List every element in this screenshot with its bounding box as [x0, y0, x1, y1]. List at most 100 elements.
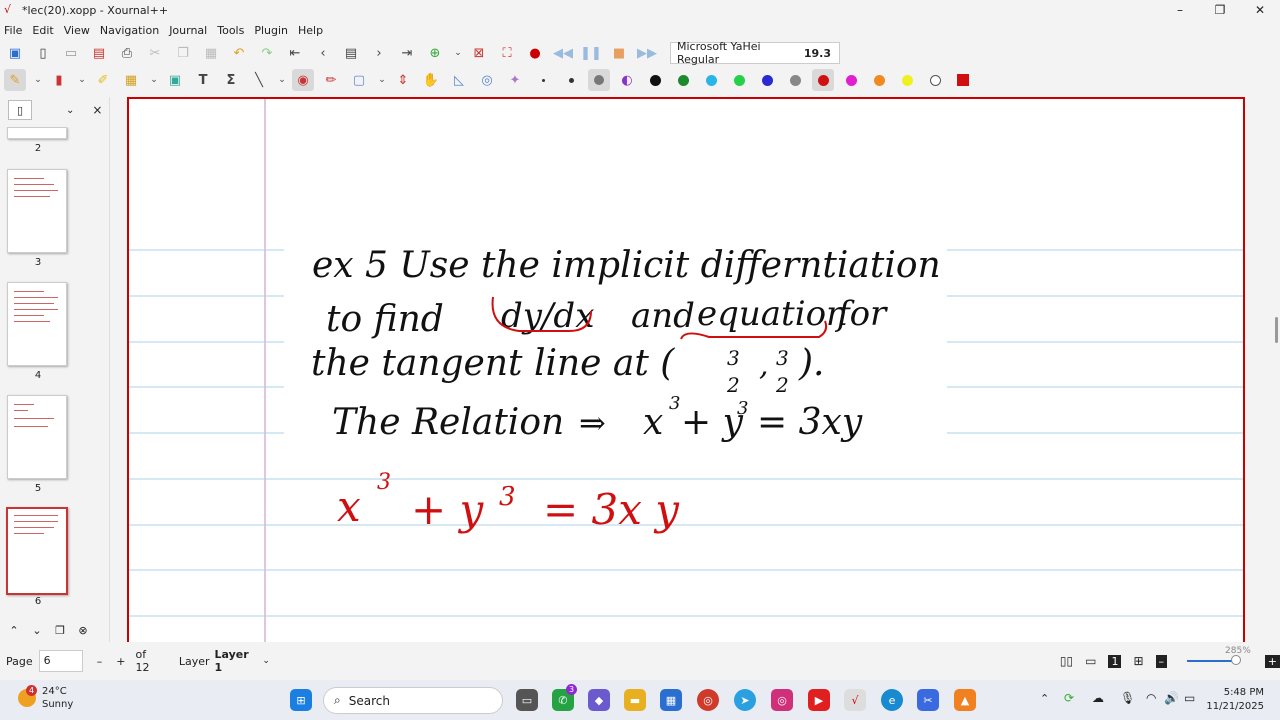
menu-file[interactable]: File — [4, 24, 22, 37]
chrome-icon[interactable]: ◎ — [697, 689, 719, 711]
menu-help[interactable]: Help — [298, 24, 323, 37]
record-icon[interactable]: ● — [524, 42, 546, 64]
sync-icon[interactable]: ⟳ — [1064, 691, 1074, 705]
zoom-out-icon[interactable]: – — [1155, 654, 1168, 668]
move-page-down-icon[interactable]: ⌄ — [27, 624, 47, 637]
stop-icon[interactable]: ■ — [608, 42, 630, 64]
default-tool-icon[interactable]: ✦ — [504, 69, 526, 91]
presentation-mode-icon[interactable]: ▭ — [1085, 654, 1096, 668]
chevron-down-icon[interactable]: ⌄ — [452, 42, 464, 64]
previous-page-icon[interactable]: ‹ — [312, 42, 334, 64]
current-page[interactable]: ex 5 Use the implicit differntiation to … — [127, 97, 1245, 642]
page-thumbnail-2[interactable] — [7, 127, 67, 139]
font-selector[interactable]: Microsoft YaHei Regular 19.3 — [670, 40, 840, 66]
minimize-button[interactable]: – — [1160, 0, 1200, 20]
close-button[interactable]: ✕ — [1240, 0, 1280, 20]
color-blue[interactable] — [756, 69, 778, 91]
menu-tools[interactable]: Tools — [217, 24, 244, 37]
last-page-icon[interactable]: ⇥ — [396, 42, 418, 64]
chevron-down-icon[interactable]: ⌄ — [66, 105, 74, 116]
document-canvas[interactable]: ex 5 Use the implicit differntiation to … — [111, 97, 1280, 642]
compass-icon[interactable]: ◎ — [476, 69, 498, 91]
taskbar-search[interactable]: ⌕ Search — [323, 687, 503, 714]
color-light-green[interactable] — [728, 69, 750, 91]
cut-icon[interactable]: ✂ — [144, 42, 166, 64]
color-white[interactable] — [924, 69, 946, 91]
highlighter-icon[interactable]: ✐ — [92, 69, 114, 91]
weather-widget[interactable]: 4 24°C Sunny — [18, 685, 73, 711]
ruler-icon[interactable]: ✏ — [320, 69, 342, 91]
vlc-icon[interactable]: ▲ — [954, 689, 976, 711]
color-magenta[interactable] — [840, 69, 862, 91]
layer-selector[interactable]: Layer 1 — [215, 648, 253, 674]
copy-icon[interactable]: ❐ — [172, 42, 194, 64]
paste-icon[interactable]: ▦ — [200, 42, 222, 64]
menu-journal[interactable]: Journal — [169, 24, 207, 37]
next-page-icon[interactable]: › — [368, 42, 390, 64]
chevron-down-icon[interactable]: ⌄ — [76, 69, 88, 91]
rectangle-select-icon[interactable]: ▢ — [348, 69, 370, 91]
setsquare-icon[interactable]: ◺ — [448, 69, 470, 91]
chevron-down-icon[interactable]: ⌄ — [262, 656, 270, 666]
color-black[interactable] — [644, 69, 666, 91]
eraser-icon[interactable]: ▮ — [48, 69, 70, 91]
insert-page-icon[interactable]: ⊕ — [424, 42, 446, 64]
youtube-icon[interactable]: ▶ — [808, 689, 830, 711]
copilot-icon[interactable]: ◆ — [588, 689, 610, 711]
zoom-fit-width-icon[interactable]: ⊞ — [1133, 654, 1143, 668]
task-view-icon[interactable]: ▭ — [516, 689, 538, 711]
hand-icon[interactable]: ✋ — [420, 69, 442, 91]
page-thumbnail-4[interactable] — [7, 282, 67, 366]
zoom-slider-handle[interactable] — [1231, 655, 1242, 665]
page-thumbnail-5[interactable] — [7, 395, 67, 479]
onedrive-icon[interactable]: ☁ — [1092, 691, 1104, 705]
windows-start-icon[interactable]: ⊞ — [290, 689, 312, 711]
fullscreen-icon[interactable]: ⛶ — [496, 42, 518, 64]
move-page-up-icon[interactable]: ⌃ — [4, 624, 24, 637]
system-clock[interactable]: 5:48 PM 11/21/2025 — [1206, 686, 1264, 714]
delete-page-icon[interactable]: ⊠ — [468, 42, 490, 64]
color-gray[interactable] — [784, 69, 806, 91]
page-increment-button[interactable]: + — [116, 655, 125, 668]
fast-forward-icon[interactable]: ▶▶ — [636, 42, 658, 64]
vertical-space-icon[interactable]: ⇕ — [392, 69, 414, 91]
menu-edit[interactable]: Edit — [32, 24, 53, 37]
shape-recognizer-icon[interactable]: ◉ — [292, 69, 314, 91]
microphone-icon[interactable]: 🎙 — [1120, 691, 1135, 705]
color-yellow[interactable] — [896, 69, 918, 91]
select-region-icon[interactable]: ▦ — [120, 69, 142, 91]
pen-icon[interactable]: ✎ — [4, 69, 26, 91]
menu-view[interactable]: View — [64, 24, 90, 37]
chevron-down-icon[interactable]: ⌄ — [148, 69, 160, 91]
edge-icon[interactable]: e — [881, 689, 903, 711]
chevron-down-icon[interactable]: ⌄ — [32, 69, 44, 91]
zoom-in-icon[interactable]: + — [1264, 654, 1280, 668]
dual-page-view-icon[interactable]: ▯▯ — [1060, 654, 1073, 668]
image-icon[interactable]: ▣ — [164, 69, 186, 91]
thin-pen-size[interactable] — [532, 69, 554, 91]
medium-pen-size[interactable] — [560, 69, 582, 91]
line-icon[interactable]: ╲ — [248, 69, 270, 91]
new-document-icon[interactable]: ▯ — [32, 42, 54, 64]
menu-navigation[interactable]: Navigation — [100, 24, 159, 37]
file-explorer-icon[interactable]: ▬ — [624, 689, 646, 711]
wifi-icon[interactable]: ◠ — [1146, 691, 1156, 705]
instagram-icon[interactable]: ◎ — [771, 689, 793, 711]
copy-page-icon[interactable]: ❐ — [50, 624, 70, 637]
redo-icon[interactable]: ↷ — [256, 42, 278, 64]
page-preview-icon[interactable]: ▯ — [8, 100, 32, 120]
chevron-down-icon[interactable]: ⌄ — [276, 69, 288, 91]
xournal-taskbar-icon[interactable]: √ — [844, 689, 866, 711]
color-orange[interactable] — [868, 69, 890, 91]
save-icon[interactable]: ▣ — [4, 42, 26, 64]
export-pdf-icon[interactable]: ▤ — [88, 42, 110, 64]
menu-plugin[interactable]: Plugin — [254, 24, 288, 37]
first-page-icon[interactable]: ⇤ — [284, 42, 306, 64]
delete-page-icon[interactable]: ⊗ — [73, 624, 93, 637]
page-number-input[interactable]: 6 — [38, 650, 83, 672]
tray-chevron-up-icon[interactable]: ⌃ — [1040, 692, 1049, 705]
volume-icon[interactable]: 🔊 — [1164, 691, 1179, 705]
custom-color-icon[interactable] — [952, 69, 974, 91]
maximize-button[interactable]: ❐ — [1200, 0, 1240, 20]
sidebar-close-button[interactable]: × — [92, 103, 102, 117]
